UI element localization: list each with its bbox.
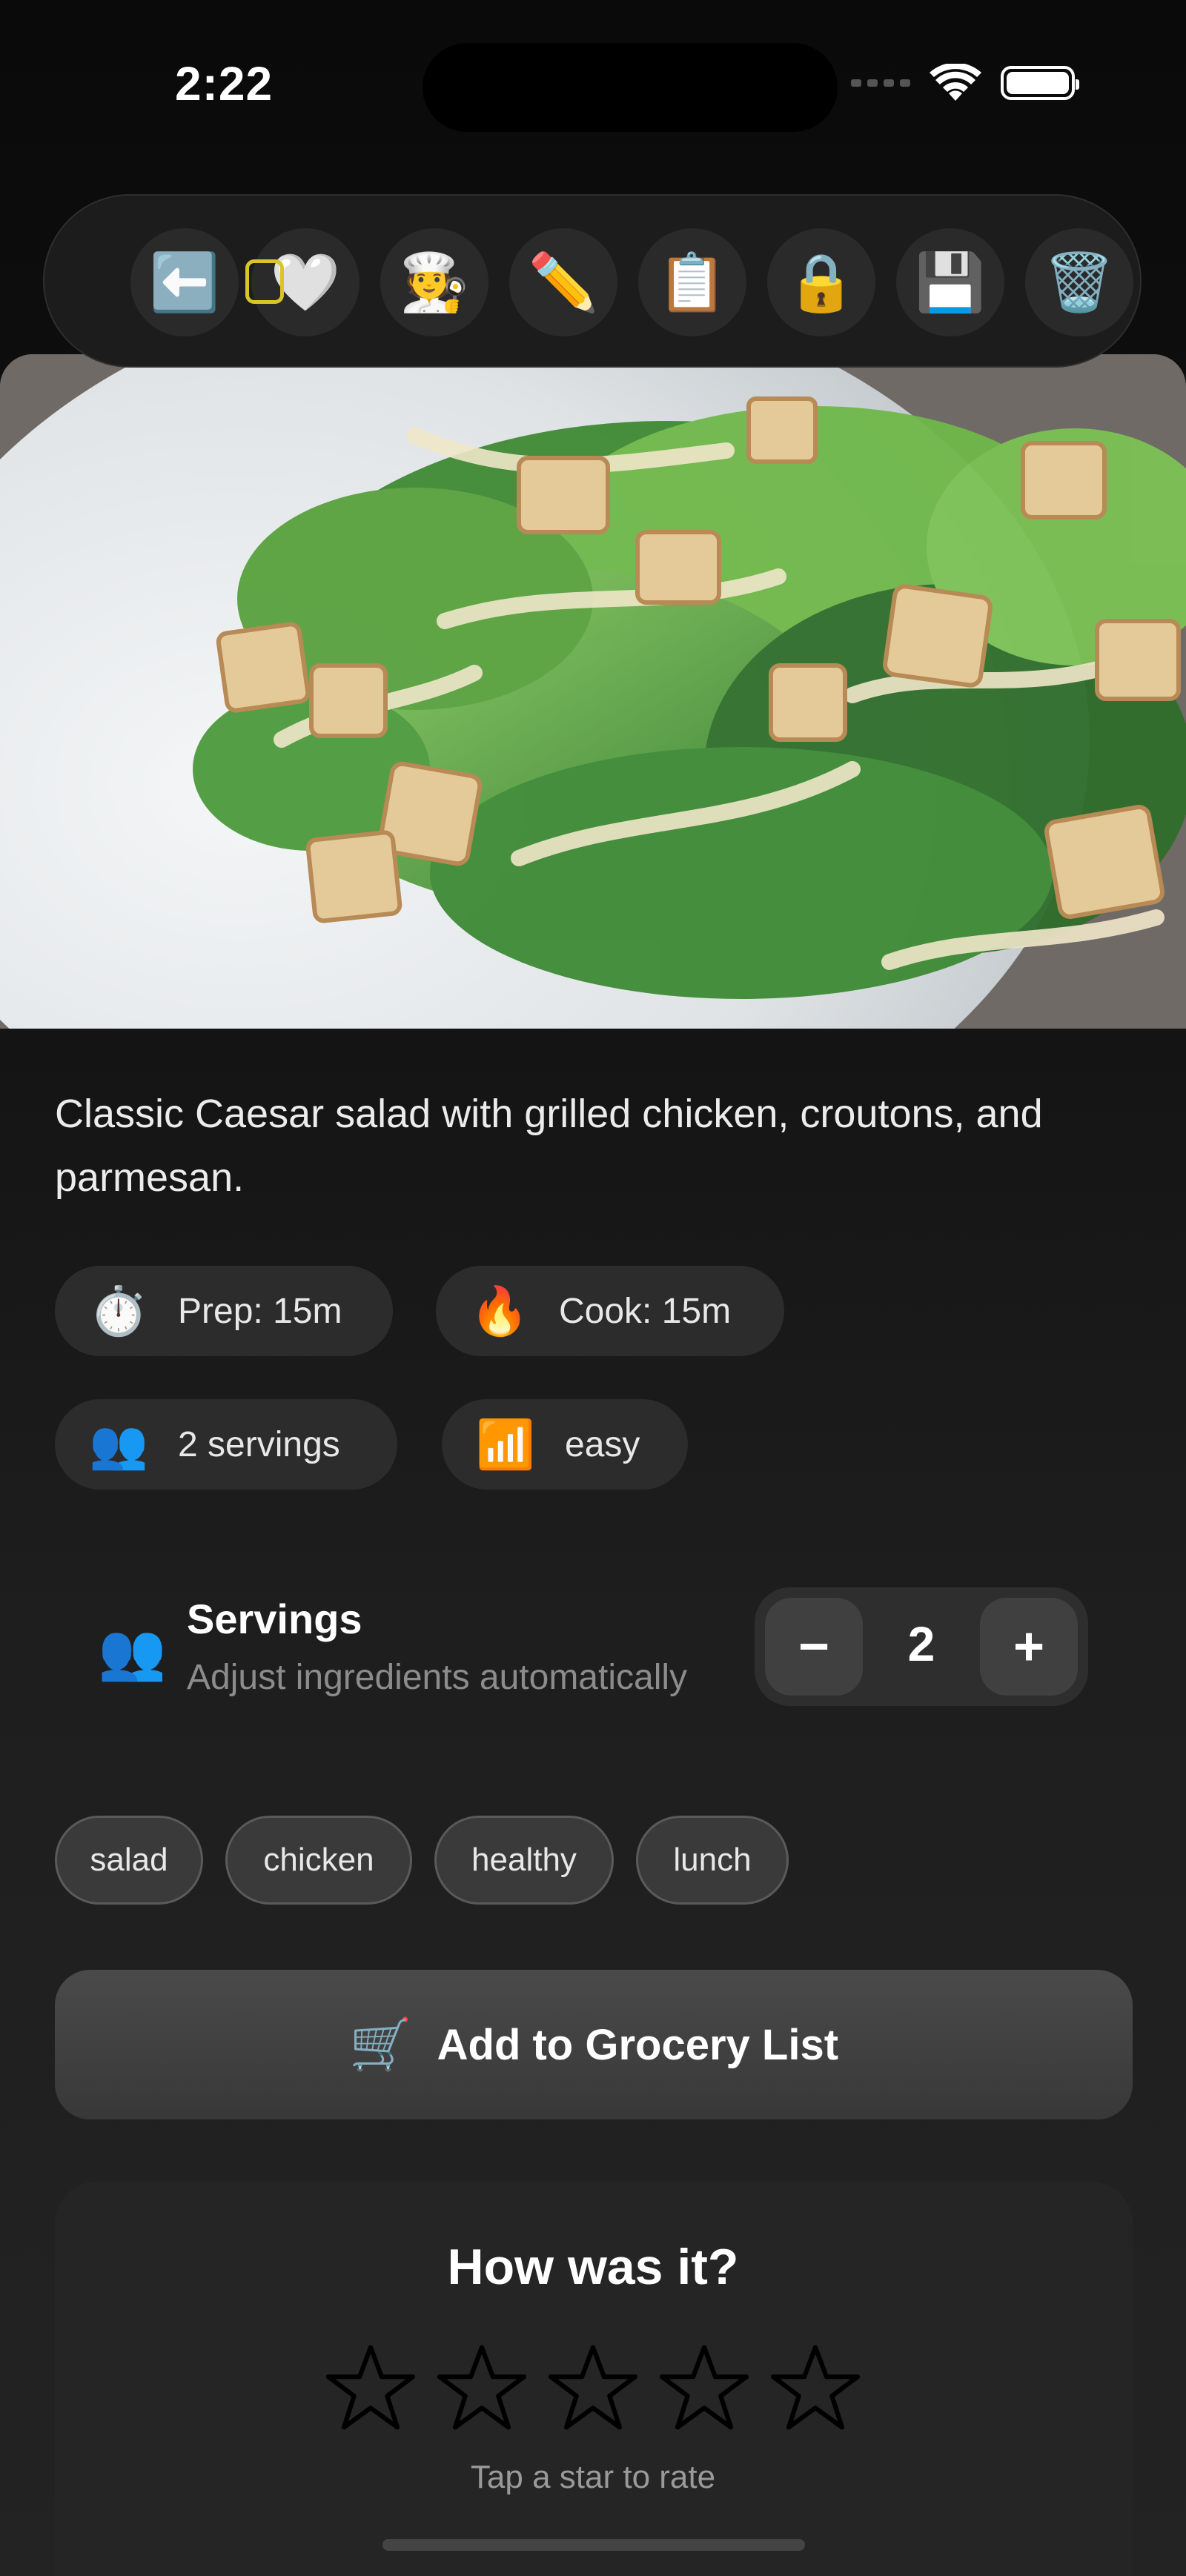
chef-button[interactable]: 🧑‍🍳 xyxy=(380,228,488,336)
back-arrow-icon: ⬅️ xyxy=(149,251,220,314)
home-indicator[interactable] xyxy=(382,2539,805,2551)
star-3-icon[interactable] xyxy=(547,2342,639,2434)
delete-button[interactable]: 🗑️ xyxy=(1025,228,1133,336)
servings-count: 2 xyxy=(907,1616,935,1671)
save-button[interactable]: 💾 xyxy=(896,228,1004,336)
lock-button[interactable]: 🔒 xyxy=(767,228,875,336)
people-icon: 👥 xyxy=(89,1417,148,1471)
floppy-disk-icon: 💾 xyxy=(915,251,986,314)
servings-stepper: − 2 + xyxy=(755,1587,1088,1706)
clipboard-icon: 📋 xyxy=(657,251,728,314)
recipe-photo xyxy=(0,354,1186,1029)
add-to-grocery-list-button[interactable]: 🛒 Add to Grocery List xyxy=(55,1970,1133,2119)
grocery-button-label: Add to Grocery List xyxy=(437,2020,839,2069)
fire-icon: 🔥 xyxy=(470,1284,529,1338)
recipe-toolbar: ⬅️ 🤍 🧑‍🍳 ✏️ 📋 🔒 💾 🗑️ xyxy=(43,194,1142,368)
star-5-icon[interactable] xyxy=(769,2342,861,2434)
battery-icon xyxy=(1001,66,1079,100)
cook-time-label: Cook: 15m xyxy=(559,1291,732,1331)
status-bar: 2:22 xyxy=(0,0,1186,170)
lock-icon: 🔒 xyxy=(786,251,857,314)
star-4-icon[interactable] xyxy=(658,2342,750,2434)
tag-chicken[interactable]: chicken xyxy=(225,1816,412,1905)
trash-icon: 🗑️ xyxy=(1044,251,1115,314)
back-button[interactable]: ⬅️ xyxy=(130,228,239,336)
shopping-cart-icon: 🛒 xyxy=(348,2016,412,2073)
recipe-description: Classic Caesar salad with grilled chicke… xyxy=(55,1092,1043,1200)
servings-chip: 👥 2 servings xyxy=(55,1399,397,1490)
star-2-icon[interactable] xyxy=(436,2342,528,2434)
rating-hint: Tap a star to rate xyxy=(470,2459,716,2495)
cellular-signal-icon xyxy=(851,79,910,87)
chef-icon: 🧑‍🍳 xyxy=(399,251,470,314)
star-rating xyxy=(0,2342,1186,2434)
servings-subtitle: Adjust ingredients automatically xyxy=(187,1658,688,1697)
difficulty-chip: 📶 easy xyxy=(442,1399,688,1490)
stopwatch-icon: ⏱️ xyxy=(89,1284,148,1338)
copy-button[interactable]: 📋 xyxy=(638,228,746,336)
servings-label: 2 servings xyxy=(178,1424,340,1464)
favorite-button[interactable]: 🤍 xyxy=(245,228,360,336)
rating-title: How was it? xyxy=(447,2239,739,2295)
prep-time-label: Prep: 15m xyxy=(178,1291,342,1331)
tag-salad[interactable]: salad xyxy=(55,1816,203,1905)
difficulty-label: easy xyxy=(565,1424,640,1464)
decrease-servings-button[interactable]: − xyxy=(765,1598,863,1696)
servings-title: Servings xyxy=(187,1596,362,1642)
wifi-icon xyxy=(930,64,981,101)
star-1-icon[interactable] xyxy=(325,2342,417,2434)
status-icons xyxy=(851,64,1079,102)
cook-time-chip: 🔥 Cook: 15m xyxy=(436,1266,784,1356)
favorite-indicator xyxy=(245,259,284,304)
tag-lunch[interactable]: lunch xyxy=(636,1816,789,1905)
edit-button[interactable]: ✏️ xyxy=(509,228,617,336)
signal-bars-icon: 📶 xyxy=(476,1417,535,1471)
increase-servings-button[interactable]: + xyxy=(980,1598,1078,1696)
pencil-icon: ✏️ xyxy=(528,251,599,314)
servings-people-icon: 👥 xyxy=(98,1621,167,1682)
dynamic-island xyxy=(423,43,838,132)
salad-illustration xyxy=(0,354,1186,1029)
prep-time-chip: ⏱️ Prep: 15m xyxy=(55,1266,393,1356)
tag-healthy[interactable]: healthy xyxy=(434,1816,614,1905)
status-time: 2:22 xyxy=(175,57,274,110)
